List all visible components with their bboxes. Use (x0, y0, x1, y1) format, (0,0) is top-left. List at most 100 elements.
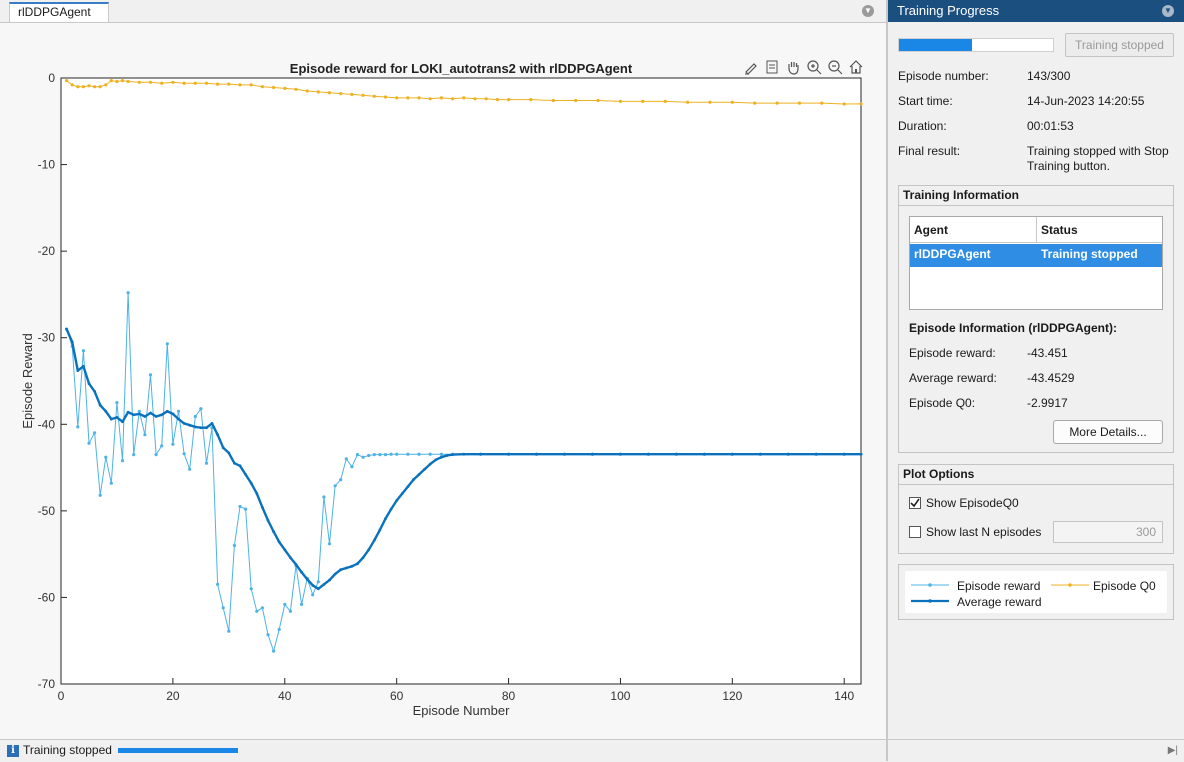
data-point (462, 452, 466, 456)
x-tick-label: 60 (390, 689, 404, 703)
show-last-n-checkbox[interactable] (909, 526, 921, 538)
data-point (417, 473, 421, 476)
data-point (484, 97, 488, 101)
zoom-in-icon[interactable] (805, 58, 823, 76)
data-point (842, 102, 846, 106)
data-point (378, 453, 382, 457)
data-point (703, 452, 706, 456)
data-point (132, 453, 136, 457)
last-n-episodes-input[interactable]: 300 (1053, 521, 1163, 543)
data-point (154, 415, 158, 418)
data-point (149, 411, 152, 415)
expand-right-icon[interactable]: ▶| (1168, 745, 1178, 756)
data-point (355, 453, 360, 457)
show-q0-checkbox[interactable] (909, 497, 921, 509)
data-point (126, 291, 130, 295)
data-point (350, 465, 354, 469)
training-information-title: Training Information (899, 186, 1173, 206)
panel-header: Training Progress ▼ (888, 0, 1184, 22)
y-tick-label: -60 (38, 590, 56, 604)
data-point (288, 609, 292, 613)
data-point (260, 85, 264, 89)
pan-icon[interactable] (784, 58, 802, 76)
data-point (361, 455, 365, 459)
data-point (389, 452, 393, 456)
episode-reward-chart: 0 20 40 60 80 100 120 140 0 -10 -20 -30 -40 -50 -60 -70… (0, 23, 886, 739)
checkmark-icon (910, 498, 920, 508)
table-row[interactable]: rlDDPGAgent Training stopped (910, 244, 1162, 267)
data-point (165, 342, 169, 346)
x-tick-label: 100 (610, 689, 630, 703)
data-point (126, 79, 130, 84)
show-q0-label[interactable]: Show EpisodeQ0 (926, 496, 1019, 510)
data-point (820, 101, 824, 105)
zoom-out-icon[interactable] (826, 58, 844, 76)
data-point (305, 89, 309, 93)
data-point (193, 425, 197, 429)
status-progress-bar (118, 748, 238, 753)
column-header-agent[interactable]: Agent (910, 217, 1037, 243)
restore-view-icon[interactable] (847, 58, 865, 76)
data-point (204, 461, 209, 465)
data-point (551, 98, 555, 103)
data-point (233, 461, 236, 465)
data-point (574, 98, 578, 103)
data-point (753, 101, 757, 105)
collapse-icon[interactable]: ▼ (1162, 5, 1174, 17)
data-point (339, 478, 343, 482)
x-tick-label: 80 (502, 689, 516, 703)
data-point (255, 609, 259, 613)
stop-training-button[interactable]: Training stopped (1065, 33, 1174, 57)
data-point (389, 507, 393, 511)
data-point (238, 464, 242, 468)
data-point (283, 86, 287, 90)
data-point (596, 98, 600, 103)
more-details-button[interactable]: More Details... (1053, 420, 1163, 444)
data-point (663, 99, 667, 103)
brush-data-icon[interactable] (742, 58, 760, 76)
data-point (137, 412, 141, 416)
episode-number-value: 143/300 (1027, 69, 1071, 83)
tab-rlddpgagent[interactable]: rlDDPGAgent (9, 2, 109, 22)
data-point (249, 83, 253, 87)
data-point (289, 556, 292, 559)
data-point (216, 82, 220, 86)
agent-table: Agent Status rlDDPGAgent Training stoppe… (909, 216, 1163, 310)
data-point (361, 93, 365, 97)
data-point (160, 444, 164, 448)
data-point (395, 96, 399, 100)
episode-q0-label: Episode Q0: (909, 396, 976, 410)
data-point (507, 452, 510, 456)
panel-title: Training Progress (897, 3, 1000, 18)
data-point (428, 452, 432, 456)
data-point (70, 83, 74, 87)
data-point (266, 519, 270, 522)
data-point (109, 79, 113, 83)
data-point (311, 593, 315, 597)
show-last-n-label[interactable]: Show last N episodes (926, 525, 1041, 539)
data-point (120, 79, 125, 83)
tab-menu-icon[interactable]: ▼ (862, 5, 874, 17)
data-point (115, 416, 119, 419)
data-tips-icon[interactable] (763, 58, 781, 76)
data-point (171, 412, 175, 416)
data-point (439, 96, 443, 100)
data-point (81, 349, 85, 353)
episode-reward-label: Episode reward: (909, 346, 996, 360)
data-point (109, 417, 113, 421)
data-point (730, 100, 734, 104)
column-header-status[interactable]: Status (1037, 217, 1162, 243)
data-point (686, 100, 690, 104)
y-tick-label: -30 (38, 331, 56, 345)
legend-average-reward: Average reward (957, 595, 1042, 609)
data-point (87, 84, 91, 88)
data-point (182, 422, 186, 425)
data-point (294, 563, 298, 566)
data-point (148, 373, 153, 377)
data-point (227, 629, 231, 633)
data-point (199, 426, 203, 430)
training-progress-bar (898, 38, 1054, 52)
data-point (104, 409, 108, 413)
data-point (238, 83, 242, 87)
episode-q0-value: -2.9917 (1027, 396, 1068, 410)
